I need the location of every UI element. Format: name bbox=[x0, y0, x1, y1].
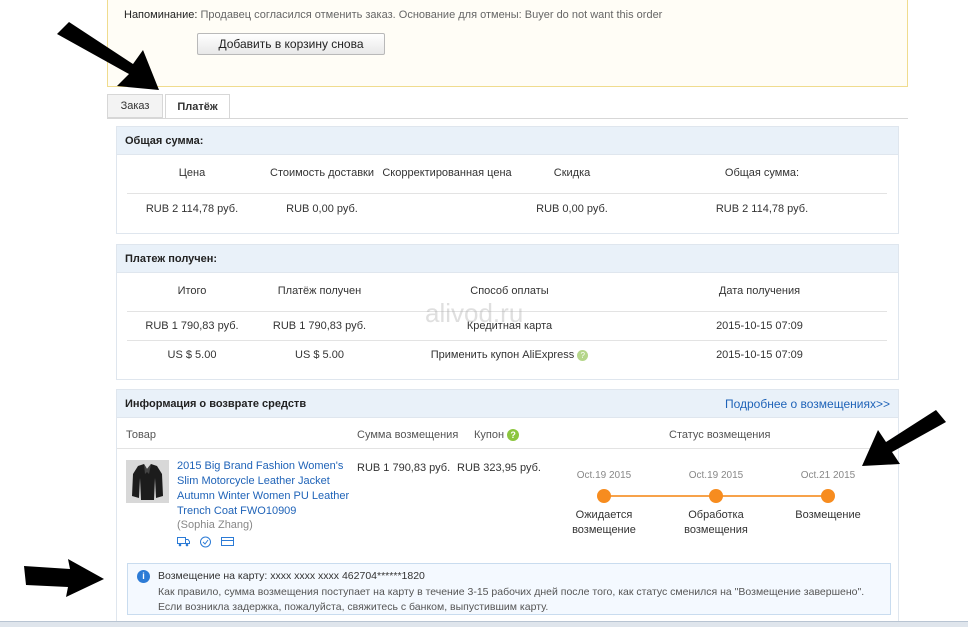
watermark: alivod.ru bbox=[425, 298, 524, 328]
refund-panel-header: Информация о возврате средств Подробнее … bbox=[117, 390, 898, 418]
col-refund-status: Статус возмещения bbox=[669, 429, 771, 441]
step-dot bbox=[597, 489, 611, 503]
col-discount: Скидка bbox=[553, 167, 591, 179]
refund-panel-title: Информация о возврате средств bbox=[125, 397, 307, 410]
payment-row1-date: 2015-10-15 07:09 bbox=[716, 320, 803, 332]
total-shipping-value: RUB 0,00 руб. bbox=[286, 203, 358, 215]
timeline-step-refunded: Oct.21 2015 Возмещение bbox=[783, 470, 873, 523]
divider bbox=[127, 340, 887, 341]
col-received-date: Дата получения bbox=[718, 285, 801, 297]
payment-row2-total: US $ 5.00 bbox=[167, 349, 217, 361]
col-refund-amount: Сумма возмещения bbox=[357, 429, 459, 441]
notice-message: Продавец согласился отменить заказ. Осно… bbox=[200, 9, 663, 21]
add-to-cart-again-button[interactable]: Добавить в корзину снова bbox=[197, 33, 385, 55]
step-label: Обработка возмещения bbox=[684, 509, 748, 536]
timeline-step-pending: Oct.19 2015 Ожидается возмещение bbox=[559, 470, 649, 538]
tab-order[interactable]: Заказ bbox=[107, 94, 163, 118]
col-shipping: Стоимость доставки bbox=[270, 167, 374, 179]
annotation-arrow-icon bbox=[57, 22, 159, 90]
step-date: Oct.21 2015 bbox=[800, 470, 856, 481]
total-amount-panel: Общая сумма: Цена Стоимость доставки Ско… bbox=[116, 126, 899, 234]
info-icon: i bbox=[137, 570, 150, 583]
col-product: Товар bbox=[126, 429, 156, 441]
col-price: Цена bbox=[178, 167, 206, 179]
step-dot bbox=[709, 489, 723, 503]
payment-panel-title: Платеж получен: bbox=[117, 245, 898, 273]
total-price-value: RUB 2 114,78 руб. bbox=[145, 203, 239, 215]
refund-card-info-box: i Возмещение на карту: xxxx xxxx xxxx 46… bbox=[127, 563, 891, 615]
divider bbox=[127, 193, 887, 194]
notice-text: Напоминание: Продавец согласился отменит… bbox=[124, 9, 662, 21]
col-payment-method: Способ оплаты bbox=[470, 285, 549, 297]
order-notice-box: Напоминание: Продавец согласился отменит… bbox=[107, 0, 908, 87]
tab-divider bbox=[107, 118, 908, 119]
col-coupon: Купон ? bbox=[474, 429, 520, 442]
help-icon[interactable]: ? bbox=[577, 349, 589, 361]
product-title-link[interactable]: 2015 Big Brand Fashion Women's Slim Moto… bbox=[177, 459, 357, 519]
help-icon[interactable]: ? bbox=[507, 429, 520, 442]
product-icons bbox=[177, 536, 234, 548]
payment-row1-received: RUB 1 790,83 руб. bbox=[272, 320, 367, 332]
refund-amount-value: RUB 1 790,83 руб. bbox=[357, 462, 451, 474]
total-sum-value: RUB 2 114,78 руб. bbox=[715, 203, 809, 215]
message-icon[interactable] bbox=[221, 536, 234, 547]
product-thumbnail[interactable] bbox=[126, 460, 169, 503]
refund-card-note: Как правило, сумма возмещения поступает … bbox=[158, 586, 865, 613]
step-date: Oct.19 2015 bbox=[576, 470, 632, 481]
col-payment-received: Платёж получен bbox=[277, 285, 362, 297]
payment-row2-received: US $ 5.00 bbox=[295, 349, 344, 361]
service-icon[interactable] bbox=[199, 536, 212, 548]
col-total: Общая сумма: bbox=[724, 167, 800, 179]
payment-row1-total: RUB 1 790,83 руб. bbox=[145, 320, 239, 332]
step-label: Возмещение bbox=[795, 509, 861, 521]
shipping-icon[interactable] bbox=[177, 536, 190, 547]
tab-payment[interactable]: Платёж bbox=[165, 94, 230, 119]
refund-card-number: Возмещение на карту: xxxx xxxx xxxx 4627… bbox=[158, 570, 425, 582]
payment-row2-date: 2015-10-15 07:09 bbox=[716, 349, 803, 361]
annotation-arrow-icon bbox=[862, 410, 946, 466]
timeline-step-processing: Oct.19 2015 Обработка возмещения bbox=[671, 470, 761, 538]
col-adjusted-price: Скорректированная цена bbox=[382, 167, 512, 179]
payment-row2-method: Применить купон AliExpress ? bbox=[417, 349, 602, 361]
total-panel-title: Общая сумма: bbox=[117, 127, 898, 155]
col-subtotal: Итого bbox=[177, 285, 207, 297]
col-coupon-label: Купон bbox=[474, 429, 505, 441]
refund-coupon-value: RUB 323,95 руб. bbox=[457, 462, 541, 474]
step-date: Oct.19 2015 bbox=[688, 470, 744, 481]
step-label: Ожидается возмещение bbox=[572, 509, 636, 536]
step-dot bbox=[821, 489, 835, 503]
annotation-arrow-icon bbox=[24, 559, 104, 597]
divider bbox=[117, 448, 898, 449]
payment-row2-method-label: Применить купон AliExpress bbox=[430, 349, 575, 361]
refund-info-panel: Информация о возврате средств Подробнее … bbox=[116, 389, 899, 622]
total-discount-value: RUB 0,00 руб. bbox=[536, 203, 608, 215]
bottom-bar bbox=[0, 621, 968, 627]
seller-name[interactable]: (Sophia Zhang) bbox=[177, 519, 253, 531]
